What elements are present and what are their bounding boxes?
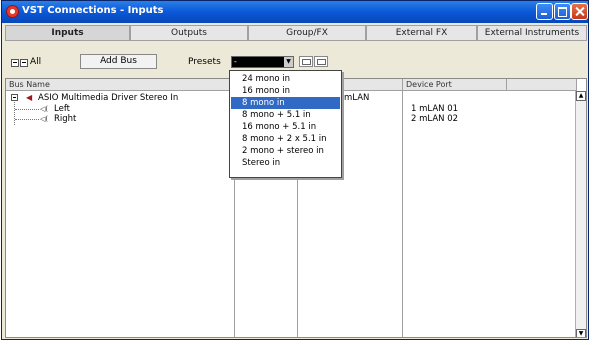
chevron-down-icon[interactable]: ▼ — [284, 57, 293, 67]
presets-dropdown-menu: 24 mono in 16 mono in 8 mono in 8 mono +… — [229, 70, 342, 178]
store-preset-icon[interactable] — [299, 56, 313, 67]
remove-preset-icon[interactable] — [314, 56, 328, 67]
preset-option[interactable]: 8 mono + 2 x 5.1 in — [231, 133, 340, 145]
close-button[interactable] — [571, 3, 588, 20]
preset-option[interactable]: 8 mono + 5.1 in — [231, 109, 340, 121]
preset-option[interactable]: 2 mono + stereo in — [231, 145, 340, 157]
presets-combo[interactable]: - ▼ — [231, 56, 294, 68]
tab-inputs[interactable]: Inputs — [5, 25, 130, 41]
collapse-icon[interactable] — [11, 94, 18, 101]
device-port[interactable]: 2 mLAN 02 — [411, 114, 458, 124]
speaker-right-icon: ◁( — [40, 115, 49, 123]
channel-name: Right — [54, 114, 77, 124]
scroll-up-icon[interactable]: ▲ — [576, 91, 586, 101]
add-bus-button[interactable]: Add Bus — [80, 54, 157, 69]
speaker-left-icon: ◁( — [40, 105, 49, 113]
preset-option-selected[interactable]: 8 mono in — [231, 97, 340, 109]
window-title: VST Connections - Inputs — [22, 5, 164, 16]
bus-name: ASIO Multimedia Driver Stereo In — [38, 93, 179, 103]
minimize-button[interactable] — [536, 3, 553, 20]
preset-option[interactable]: 24 mono in — [231, 73, 340, 85]
tree-connector — [15, 119, 39, 121]
maximize-button[interactable] — [554, 3, 571, 20]
presets-label: Presets — [188, 57, 221, 67]
column-divider — [402, 91, 403, 337]
bus-device: mLAN — [344, 93, 370, 103]
collapse-all-icon[interactable] — [20, 59, 28, 67]
presets-value: - — [234, 57, 237, 66]
preset-option[interactable]: Stereo in — [231, 157, 340, 169]
title-bar[interactable]: VST Connections - Inputs — [2, 1, 588, 23]
cubase-app-icon — [6, 5, 19, 18]
preset-option[interactable]: 16 mono in — [231, 85, 340, 97]
all-label: All — [30, 57, 42, 67]
column-header-device-port[interactable]: Device Port — [403, 79, 507, 91]
tab-external-instruments[interactable]: External Instruments — [477, 25, 587, 41]
column-header-bus-name[interactable]: Bus Name — [6, 79, 235, 91]
column-header-extra — [507, 79, 577, 91]
speaker-icon: ◀ — [26, 93, 33, 102]
tab-outputs[interactable]: Outputs — [130, 25, 248, 41]
expand-all-icon[interactable] — [11, 59, 19, 67]
tab-external-fx[interactable]: External FX — [366, 25, 477, 41]
tree-connector — [15, 109, 39, 111]
tab-bar: Inputs Outputs Group/FX External FX Exte… — [5, 25, 587, 42]
scroll-down-icon[interactable]: ▼ — [576, 329, 586, 337]
device-port[interactable]: 1 mLAN 01 — [411, 104, 458, 114]
channel-name: Left — [54, 104, 70, 114]
tab-group-fx[interactable]: Group/FX — [248, 25, 366, 41]
preset-option[interactable]: 16 mono + 5.1 in — [231, 121, 340, 133]
vertical-scrollbar[interactable]: ▲ ▼ — [575, 91, 586, 337]
